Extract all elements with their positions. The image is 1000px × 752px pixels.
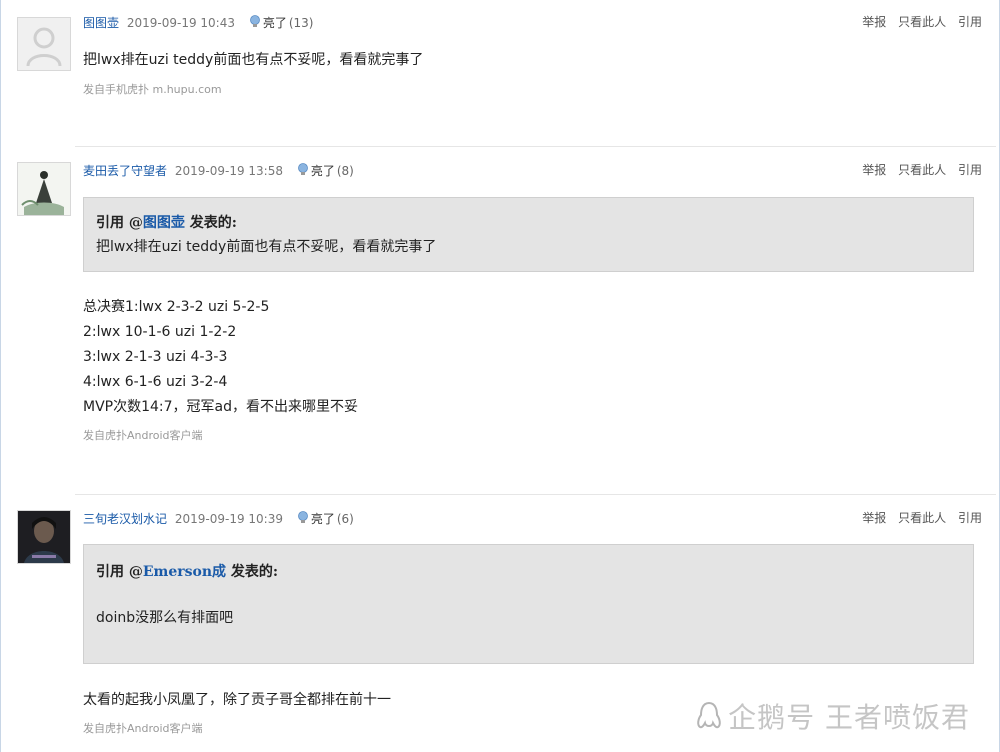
post-content: 总决赛1:lwx 2-3-2 uzi 5-2-5 2:lwx 10-1-6 uz…: [83, 295, 358, 420]
quote-header: 引用 @图图壶 发表的:: [96, 212, 237, 232]
post-actions: 举报 只看此人 引用: [854, 15, 982, 29]
quote-button[interactable]: 引用: [958, 511, 982, 525]
post-content: 把lwx排在uzi teddy前面也有点不妥呢，看看就完事了: [83, 52, 424, 68]
avatar[interactable]: [17, 510, 71, 564]
quote-prefix: 引用 @: [96, 564, 143, 580]
post-meta: 麦田丢了守望者 2019-09-19 13:58 亮了 (8): [83, 163, 354, 178]
content-line: 2:lwx 10-1-6 uzi 1-2-2: [83, 324, 237, 340]
post-meta: 图图壶 2019-09-19 10:43 亮了 (13): [83, 15, 313, 30]
quote-button[interactable]: 引用: [958, 163, 982, 177]
bulb-icon: [297, 163, 308, 175]
figure-avatar-icon: [18, 163, 70, 215]
penguin-logo-icon: [697, 701, 721, 729]
quote-header: 引用 @Emerson成 发表的:: [96, 561, 278, 581]
light-label: 亮了: [310, 512, 335, 526]
light-count: (13): [288, 16, 314, 30]
post-actions: 举报 只看此人 引用: [854, 163, 982, 177]
post-source[interactable]: 发自手机虎扑 m.hupu.com: [83, 81, 222, 97]
light-label: 亮了: [310, 164, 335, 178]
content-line: MVP次数14:7，冠军ad，看不出来哪里不妥: [83, 399, 359, 415]
watermark: 企鹅号 王者喷饭君: [696, 696, 970, 736]
content-line: 总决赛1:lwx 2-3-2 uzi 5-2-5: [83, 299, 270, 315]
quote-block: 引用 @图图壶 发表的: 把lwx排在uzi teddy前面也有点不妥呢，看看就…: [83, 197, 974, 272]
light-button[interactable]: 亮了 (8): [297, 163, 354, 178]
quote-button[interactable]: 引用: [958, 15, 982, 29]
post-time: 2019-09-19 10:43: [126, 16, 235, 30]
bulb-icon: [297, 511, 308, 523]
report-button[interactable]: 举报: [862, 163, 886, 177]
quote-suffix: 发表的:: [184, 215, 237, 231]
watermark-text: 企鹅号 王者喷饭君: [728, 701, 970, 734]
post-content: 太看的起我小凤凰了，除了贡子哥全都排在前十一: [83, 692, 391, 708]
username-link[interactable]: 麦田丢了守望者: [83, 164, 167, 178]
quote-block: 引用 @Emerson成 发表的: doinb没那么有排面吧: [83, 544, 974, 664]
default-avatar-icon: [18, 18, 70, 70]
post-divider: [75, 146, 996, 147]
quote-suffix: 发表的:: [226, 564, 279, 580]
light-count: (8): [336, 164, 354, 178]
quote-prefix: 引用 @: [96, 215, 143, 231]
username-link[interactable]: 图图壶: [83, 16, 119, 30]
post-time: 2019-09-19 10:39: [174, 512, 283, 526]
report-button[interactable]: 举报: [862, 15, 886, 29]
post-source[interactable]: 发自虎扑Android客户端: [83, 427, 203, 443]
quote-text: doinb没那么有排面吧: [96, 610, 234, 626]
post-meta: 三旬老汉划水记 2019-09-19 10:39 亮了 (6): [83, 511, 354, 526]
post-divider: [75, 494, 996, 495]
post-source[interactable]: 发自虎扑Android客户端: [83, 720, 203, 736]
username-link[interactable]: 三旬老汉划水记: [83, 512, 167, 526]
light-count: (6): [336, 512, 354, 526]
quoted-user-link[interactable]: Emerson成: [143, 564, 226, 580]
only-this-user-button[interactable]: 只看此人: [898, 511, 946, 525]
quoted-user-link[interactable]: 图图壶: [143, 215, 185, 231]
only-this-user-button[interactable]: 只看此人: [898, 163, 946, 177]
avatar[interactable]: [17, 17, 71, 71]
quote-text: 把lwx排在uzi teddy前面也有点不妥呢，看看就完事了: [96, 239, 437, 255]
post-time: 2019-09-19 13:58: [174, 164, 283, 178]
only-this-user-button[interactable]: 只看此人: [898, 15, 946, 29]
avatar[interactable]: [17, 162, 71, 216]
light-button[interactable]: 亮了 (6): [297, 511, 354, 526]
light-label: 亮了: [262, 16, 287, 30]
report-button[interactable]: 举报: [862, 511, 886, 525]
content-line: 3:lwx 2-1-3 uzi 4-3-3: [83, 349, 228, 365]
frame-border-left: [0, 0, 1, 752]
light-button[interactable]: 亮了 (13): [249, 15, 314, 30]
photo-avatar-icon: [18, 511, 70, 563]
bulb-icon: [249, 15, 260, 27]
post-actions: 举报 只看此人 引用: [854, 511, 982, 525]
content-line: 4:lwx 6-1-6 uzi 3-2-4: [83, 374, 228, 390]
